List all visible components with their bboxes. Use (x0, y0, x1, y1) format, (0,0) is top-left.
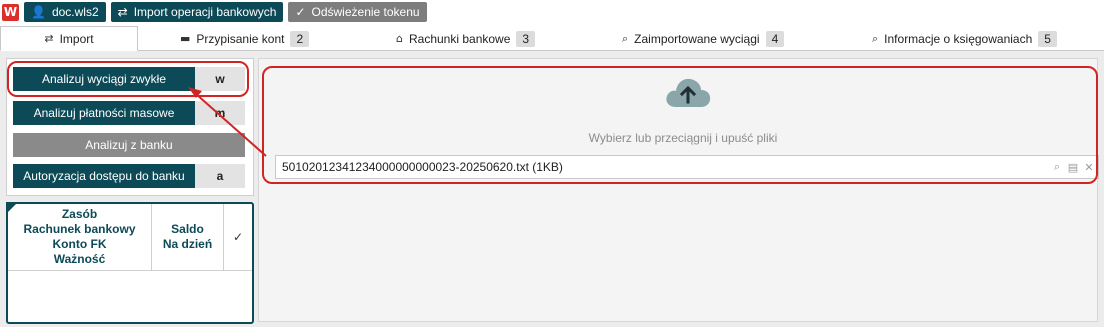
action-label: Analizuj z banku (85, 138, 173, 152)
check-icon: ✓ (232, 229, 244, 244)
download-icon[interactable]: ▤ (1066, 161, 1080, 174)
tab-badge: 5 (1038, 30, 1057, 47)
analyze-regular-statements-button[interactable]: Analizuj wyciągi zwykłe w (13, 67, 245, 91)
tab-badge: 3 (516, 30, 536, 47)
tab-badge: 2 (290, 30, 310, 47)
doc-button[interactable]: 👤 doc.wls2 (24, 2, 106, 22)
header-line: Konto FK (52, 237, 107, 251)
column-header-balance[interactable]: Saldo Na dzień (152, 204, 224, 270)
file-name: 50102012341234000000000023-20250620.txt … (282, 160, 563, 174)
cloud-upload-icon (666, 78, 711, 107)
header-line: Na dzień (162, 237, 213, 251)
search-icon: ⌕ (872, 31, 879, 45)
header-line: Ważność (53, 252, 106, 266)
table-header: Zasób Rachunek bankowy Konto FK Ważność … (8, 204, 252, 271)
import-operations-label: Import operacji bankowych (133, 5, 277, 19)
tab-label: Przypisanie kont (196, 31, 285, 46)
header-line: Zasób (61, 207, 98, 221)
resources-table: Zasób Rachunek bankowy Konto FK Ważność … (6, 202, 254, 324)
tab-account-assignment[interactable]: ▬ Przypisanie kont 2 (180, 26, 310, 51)
table-corner-marker (6, 202, 18, 214)
header-line: Saldo (171, 222, 204, 236)
tab-bar: ⇄ Import ▬ Przypisanie kont 2 ⌂ Rachunki… (0, 26, 1104, 51)
folder-icon: ▬ (180, 32, 191, 45)
tab-posting-info[interactable]: ⌕ Informacje o księgowaniach 5 (872, 26, 1057, 51)
action-label: Analizuj wyciągi zwykłe (13, 67, 195, 91)
shortcut-key: m (195, 101, 245, 125)
action-label: Autoryzacja dostępu do banku (13, 164, 195, 188)
doc-button-label: doc.wls2 (51, 5, 99, 19)
upload-panel: Wybierz lub przeciągnij i upuść pliki 50… (258, 58, 1099, 322)
tab-bank-accounts[interactable]: ⌂ Rachunki bankowe 3 (396, 26, 536, 51)
analyze-mass-payments-button[interactable]: Analizuj płatności masowe m (13, 101, 245, 125)
file-drop-zone[interactable]: Wybierz lub przeciągnij i upuść pliki 50… (267, 67, 1099, 187)
action-label: Analizuj płatności masowe (13, 101, 195, 125)
transfer-icon: ⇄ (117, 5, 128, 19)
refresh-token-label: Odświeżenie tokenu (311, 5, 420, 19)
header-line: Rachunek bankowy (23, 222, 136, 236)
upload-hint: Wybierz lub przeciągnij i upuść pliki (588, 131, 778, 145)
preview-icon[interactable]: ⌕ (1050, 160, 1064, 174)
check-icon: ✓ (295, 5, 306, 19)
bank-authorization-button[interactable]: Autoryzacja dostępu do banku a (13, 164, 245, 188)
tab-import[interactable]: ⇄ Import (0, 26, 138, 51)
tab-badge: 4 (765, 30, 785, 47)
column-header-resource[interactable]: Zasób Rachunek bankowy Konto FK Ważność (8, 204, 152, 270)
tab-label: Import (59, 31, 94, 46)
shortcut-key: w (195, 67, 245, 91)
shortcut-key: a (195, 164, 245, 188)
refresh-token-button[interactable]: ✓ Odświeżenie tokenu (288, 2, 427, 22)
analyze-from-bank-button[interactable]: Analizuj z banku (13, 133, 245, 157)
import-operations-button[interactable]: ⇄ Import operacji bankowych (110, 2, 284, 22)
app-logo: W (2, 3, 19, 21)
user-icon: 👤 (31, 5, 46, 19)
tab-imported-statements[interactable]: ⌕ Zaimportowane wyciągi 4 (622, 26, 785, 51)
actions-panel: Analizuj wyciągi zwykłe w Analizuj płatn… (6, 58, 254, 196)
close-icon[interactable]: ✕ (1082, 161, 1096, 174)
column-header-check[interactable]: ✓ (224, 204, 252, 270)
tab-label: Informacje o księgowaniach (884, 31, 1033, 46)
tab-label: Rachunki bankowe (408, 31, 511, 46)
top-toolbar: W 👤 doc.wls2 ⇄ Import operacji bankowych… (0, 0, 1104, 24)
bank-icon: ⌂ (396, 32, 403, 45)
search-icon: ⌕ (622, 31, 629, 45)
file-list-item[interactable]: 50102012341234000000000023-20250620.txt … (275, 155, 1099, 179)
transfer-icon: ⇄ (44, 32, 54, 45)
tab-label: Zaimportowane wyciągi (634, 31, 760, 46)
